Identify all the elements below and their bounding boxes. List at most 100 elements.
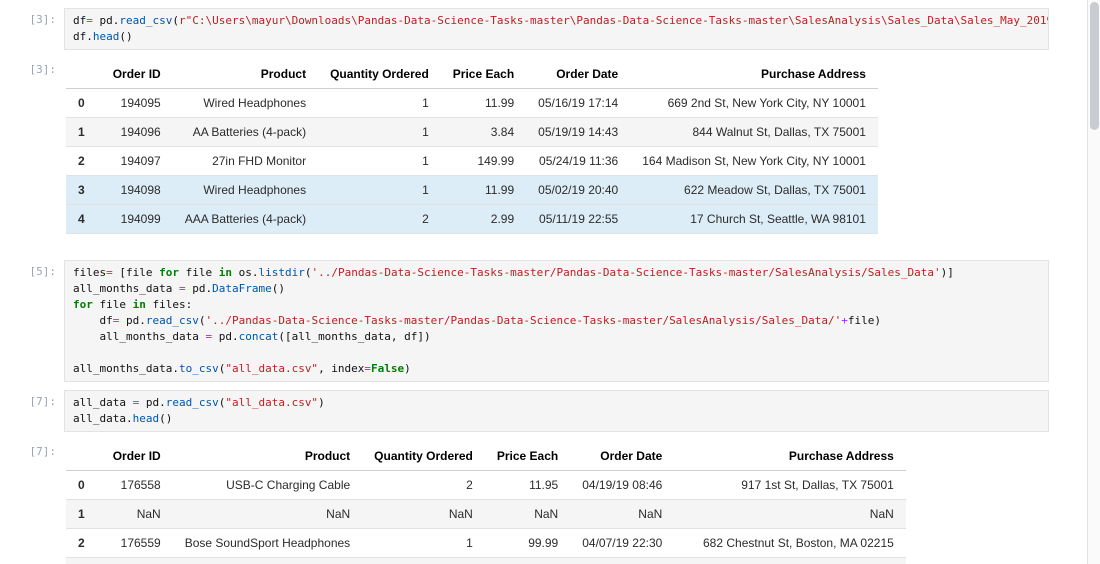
vertical-scrollbar[interactable] xyxy=(1087,0,1100,564)
output-area: Order IDProductQuantity OrderedPrice Eac… xyxy=(64,440,1087,564)
table-cell: 682 Chestnut St, Boston, MA 02215 xyxy=(674,529,905,558)
table-cell: 1 xyxy=(318,118,441,147)
table-cell: Wired Headphones xyxy=(173,89,318,118)
code-token-txt: all_months_data xyxy=(73,282,179,295)
column-header: Product xyxy=(173,60,318,89)
code-token-op: = xyxy=(106,266,113,279)
code-token-fn: read_csv xyxy=(119,14,172,27)
dataframe-table: Order IDProductQuantity OrderedPrice Eac… xyxy=(66,60,878,234)
table-cell: 600 xyxy=(485,558,570,564)
table-cell: 1 xyxy=(362,558,485,564)
code-token-txt: all_months_data xyxy=(73,330,205,343)
table-cell: 27in FHD Monitor xyxy=(173,147,318,176)
row-index: 3 xyxy=(66,176,101,205)
table-cell: 1 xyxy=(318,89,441,118)
output-cell: [3]:Order IDProductQuantity OrderedPrice… xyxy=(0,58,1087,234)
table-row: 4194099AAA Batteries (4-pack)22.9905/11/… xyxy=(66,205,878,234)
code-token-str: '../Pandas-Data-Science-Tasks-master/Pan… xyxy=(205,314,841,327)
column-header: Purchase Address xyxy=(674,442,905,471)
table-cell: NaN xyxy=(362,500,485,529)
table-cell: 11.99 xyxy=(441,89,526,118)
table-cell: NaN xyxy=(570,500,674,529)
table-cell: 05/19/19 14:43 xyxy=(526,118,630,147)
code-token-str: "all_data.csv" xyxy=(225,396,318,409)
code-token-fn: head xyxy=(133,412,160,425)
row-index: 1 xyxy=(66,500,101,529)
code-token-fn: DataFrame xyxy=(212,282,272,295)
code-token-fn: concat xyxy=(239,330,279,343)
code-token-txt: file) xyxy=(848,314,881,327)
table-cell: AAA Batteries (4-pack) xyxy=(173,205,318,234)
table-row: 1NaNNaNNaNNaNNaNNaN xyxy=(66,500,906,529)
table-cell: Google Phone xyxy=(173,558,362,564)
table-row: 3194098Wired Headphones111.9905/02/19 20… xyxy=(66,176,878,205)
table-cell: 844 Walnut St, Dallas, TX 75001 xyxy=(630,118,878,147)
column-header: Quantity Ordered xyxy=(318,60,441,89)
code-editor[interactable]: files= [file for file in os.listdir('../… xyxy=(64,260,1049,382)
table-cell: 3.84 xyxy=(441,118,526,147)
code-token-fn: head xyxy=(93,30,120,43)
code-token-txt: all_months_data. xyxy=(73,362,179,375)
code-token-kw: for xyxy=(73,298,93,311)
code-token-txt: pd. xyxy=(93,14,120,27)
table-cell: 194095 xyxy=(101,89,173,118)
column-header: Price Each xyxy=(485,442,570,471)
code-editor[interactable]: df= pd.read_csv(r"C:\Users\mayur\Downloa… xyxy=(64,8,1049,50)
table-cell: 194099 xyxy=(101,205,173,234)
table-cell: 622 Meadow St, Dallas, TX 75001 xyxy=(630,176,878,205)
code-token-txt: files xyxy=(73,266,106,279)
code-editor[interactable]: all_data = pd.read_csv("all_data.csv")al… xyxy=(64,390,1049,432)
table-cell: 2 xyxy=(318,205,441,234)
table-cell: 04/19/19 08:46 xyxy=(570,471,674,500)
column-header: Purchase Address xyxy=(630,60,878,89)
code-cell: [3]:df= pd.read_csv(r"C:\Users\mayur\Dow… xyxy=(0,8,1087,50)
code-line: all_months_data = pd.DataFrame() xyxy=(73,281,1040,297)
index-column-header xyxy=(66,442,101,471)
code-line: all_data.head() xyxy=(73,411,1040,427)
table-cell: 176559 xyxy=(101,529,173,558)
code-line: files= [file for file in os.listdir('../… xyxy=(73,265,1040,281)
table-cell: USB-C Charging Cable xyxy=(173,471,362,500)
table-cell: NaN xyxy=(101,500,173,529)
table-cell: 194098 xyxy=(101,176,173,205)
code-token-txt: pd. xyxy=(139,396,166,409)
code-line: all_months_data = pd.concat([all_months_… xyxy=(73,329,1040,345)
table-row: 0194095Wired Headphones111.9905/16/19 17… xyxy=(66,89,878,118)
code-line: all_months_data.to_csv("all_data.csv", i… xyxy=(73,361,1040,377)
table-cell: 2 xyxy=(362,471,485,500)
table-cell: NaN xyxy=(674,500,905,529)
column-header: Price Each xyxy=(441,60,526,89)
table-cell: 669 Spruce St, Los Angeles, CA 90001 xyxy=(674,558,905,564)
column-header: Quantity Ordered xyxy=(362,442,485,471)
table-cell: 149.99 xyxy=(441,147,526,176)
code-cell: [5]:files= [file for file in os.listdir(… xyxy=(0,260,1087,382)
row-index: 2 xyxy=(66,529,101,558)
code-token-op: = xyxy=(179,282,186,295)
code-token-op: + xyxy=(841,314,848,327)
code-token-fn: read_csv xyxy=(166,396,219,409)
index-column-header xyxy=(66,60,101,89)
code-token-txt: df xyxy=(73,314,113,327)
code-token-txt: df xyxy=(73,14,86,27)
table-cell: 2.99 xyxy=(441,205,526,234)
code-token-fn: to_csv xyxy=(179,362,219,375)
execution-prompt: [7]: xyxy=(0,390,64,408)
table-cell: Bose SoundSport Headphones xyxy=(173,529,362,558)
code-token-fn: listdir xyxy=(258,266,304,279)
scrollbar-thumb[interactable] xyxy=(1090,2,1099,130)
code-token-txt: files: xyxy=(146,298,192,311)
jupyter-notebook-page: [3]:df= pd.read_csv(r"C:\Users\mayur\Dow… xyxy=(0,0,1100,564)
table-cell: 11.99 xyxy=(441,176,526,205)
column-header: Order Date xyxy=(570,442,674,471)
table-cell: 164 Madison St, New York City, NY 10001 xyxy=(630,147,878,176)
code-token-str: "all_data.csv" xyxy=(225,362,318,375)
table-cell: 194096 xyxy=(101,118,173,147)
table-cell: 99.99 xyxy=(485,529,570,558)
code-token-txt: pd. xyxy=(186,282,213,295)
code-token-txt: [file xyxy=(113,266,159,279)
code-token-txt: file xyxy=(179,266,219,279)
execution-prompt: [7]: xyxy=(0,440,64,458)
code-token-fn: read_csv xyxy=(146,314,199,327)
code-line: df= pd.read_csv('../Pandas-Data-Science-… xyxy=(73,313,1040,329)
code-token-str: r"C:\Users\mayur\Downloads\Pandas-Data-S… xyxy=(179,14,1049,27)
